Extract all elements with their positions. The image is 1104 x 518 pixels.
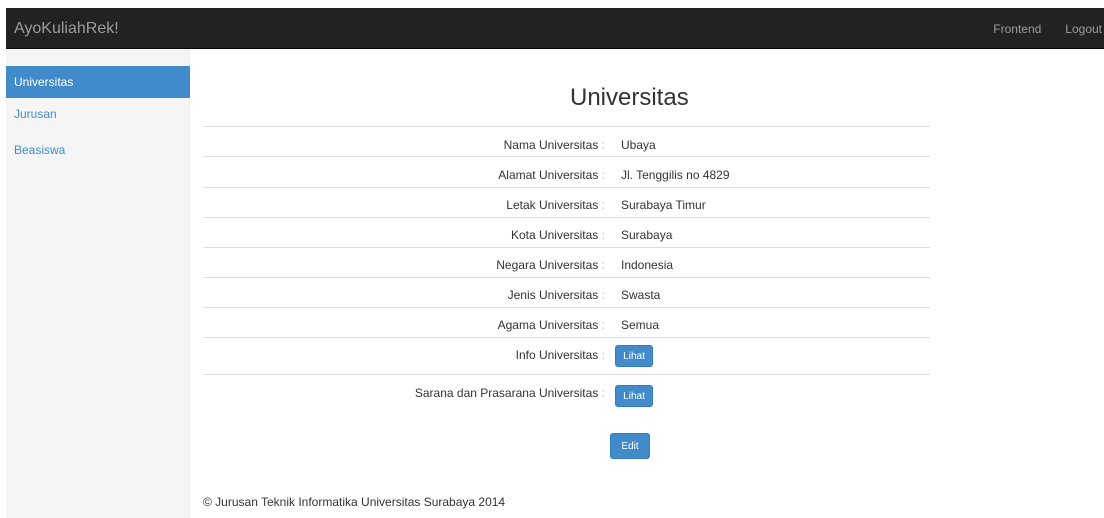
- detail-value: Surabaya Timur: [621, 198, 706, 212]
- detail-row-sarana: Sarana dan Prasarana Universitas :: [203, 378, 605, 408]
- detail-label: Agama Universitas :: [497, 318, 605, 332]
- frontend-link[interactable]: Frontend: [993, 22, 1041, 36]
- footer-text: © Jurusan Teknik Informatika Universitas…: [203, 495, 506, 509]
- logout-link[interactable]: Logout: [1065, 22, 1102, 36]
- sidebar-item-label: Jurusan: [14, 107, 57, 121]
- detail-value: Ubaya: [621, 138, 656, 152]
- divider: [203, 126, 930, 127]
- info-lihat-button[interactable]: Lihat: [615, 345, 653, 367]
- detail-row-alamat: Alamat Universitas : Jl. Tenggilis no 48…: [203, 160, 729, 190]
- detail-label: Letak Universitas :: [506, 198, 605, 212]
- sarana-lihat-button[interactable]: Lihat: [615, 385, 653, 407]
- detail-row-jenis: Jenis Universitas : Swasta: [203, 280, 661, 310]
- top-navbar: AyoKuliahRek! Frontend Logout: [6, 8, 1104, 49]
- page: AyoKuliahRek! Frontend Logout Universita…: [0, 0, 1104, 518]
- sidebar-item-universitas[interactable]: Universitas: [6, 66, 190, 98]
- sidebar-item-jurusan[interactable]: Jurusan: [6, 98, 190, 130]
- sidebar: Universitas Jurusan Beasiswa: [6, 49, 190, 518]
- detail-value: Swasta: [621, 288, 661, 302]
- detail-label: Negara Universitas :: [496, 258, 605, 272]
- detail-label: Jenis Universitas :: [507, 288, 605, 302]
- sidebar-item-beasiswa[interactable]: Beasiswa: [6, 134, 190, 166]
- detail-label: Alamat Universitas :: [498, 168, 605, 182]
- navbar-right: Frontend Logout: [969, 22, 1104, 36]
- divider: [203, 374, 930, 375]
- sidebar-item-label: Beasiswa: [14, 143, 66, 157]
- detail-row-nama: Nama Universitas : Ubaya: [203, 130, 656, 160]
- detail-value: Jl. Tenggilis no 4829: [621, 168, 730, 182]
- detail-value: Indonesia: [621, 258, 674, 272]
- detail-row-info: Info Universitas :: [203, 338, 605, 368]
- detail-value: Surabaya: [621, 228, 673, 242]
- detail-row-agama: Agama Universitas : Semua: [203, 310, 659, 340]
- detail-row-negara: Negara Universitas : Indonesia: [203, 250, 673, 280]
- detail-label: Info Universitas :: [515, 348, 605, 362]
- detail-label: Sarana dan Prasarana Universitas :: [414, 386, 605, 400]
- detail-label: Nama Universitas :: [503, 138, 605, 152]
- sidebar-item-label: Universitas: [14, 75, 74, 89]
- edit-button[interactable]: Edit: [610, 433, 650, 459]
- detail-row-letak: Letak Universitas : Surabaya Timur: [203, 190, 705, 220]
- brand-link[interactable]: AyoKuliahRek!: [14, 20, 119, 38]
- detail-row-kota: Kota Universitas : Surabaya: [203, 220, 672, 250]
- detail-value: Semua: [621, 318, 660, 332]
- page-title: Universitas: [570, 84, 689, 111]
- detail-label: Kota Universitas :: [510, 228, 605, 242]
